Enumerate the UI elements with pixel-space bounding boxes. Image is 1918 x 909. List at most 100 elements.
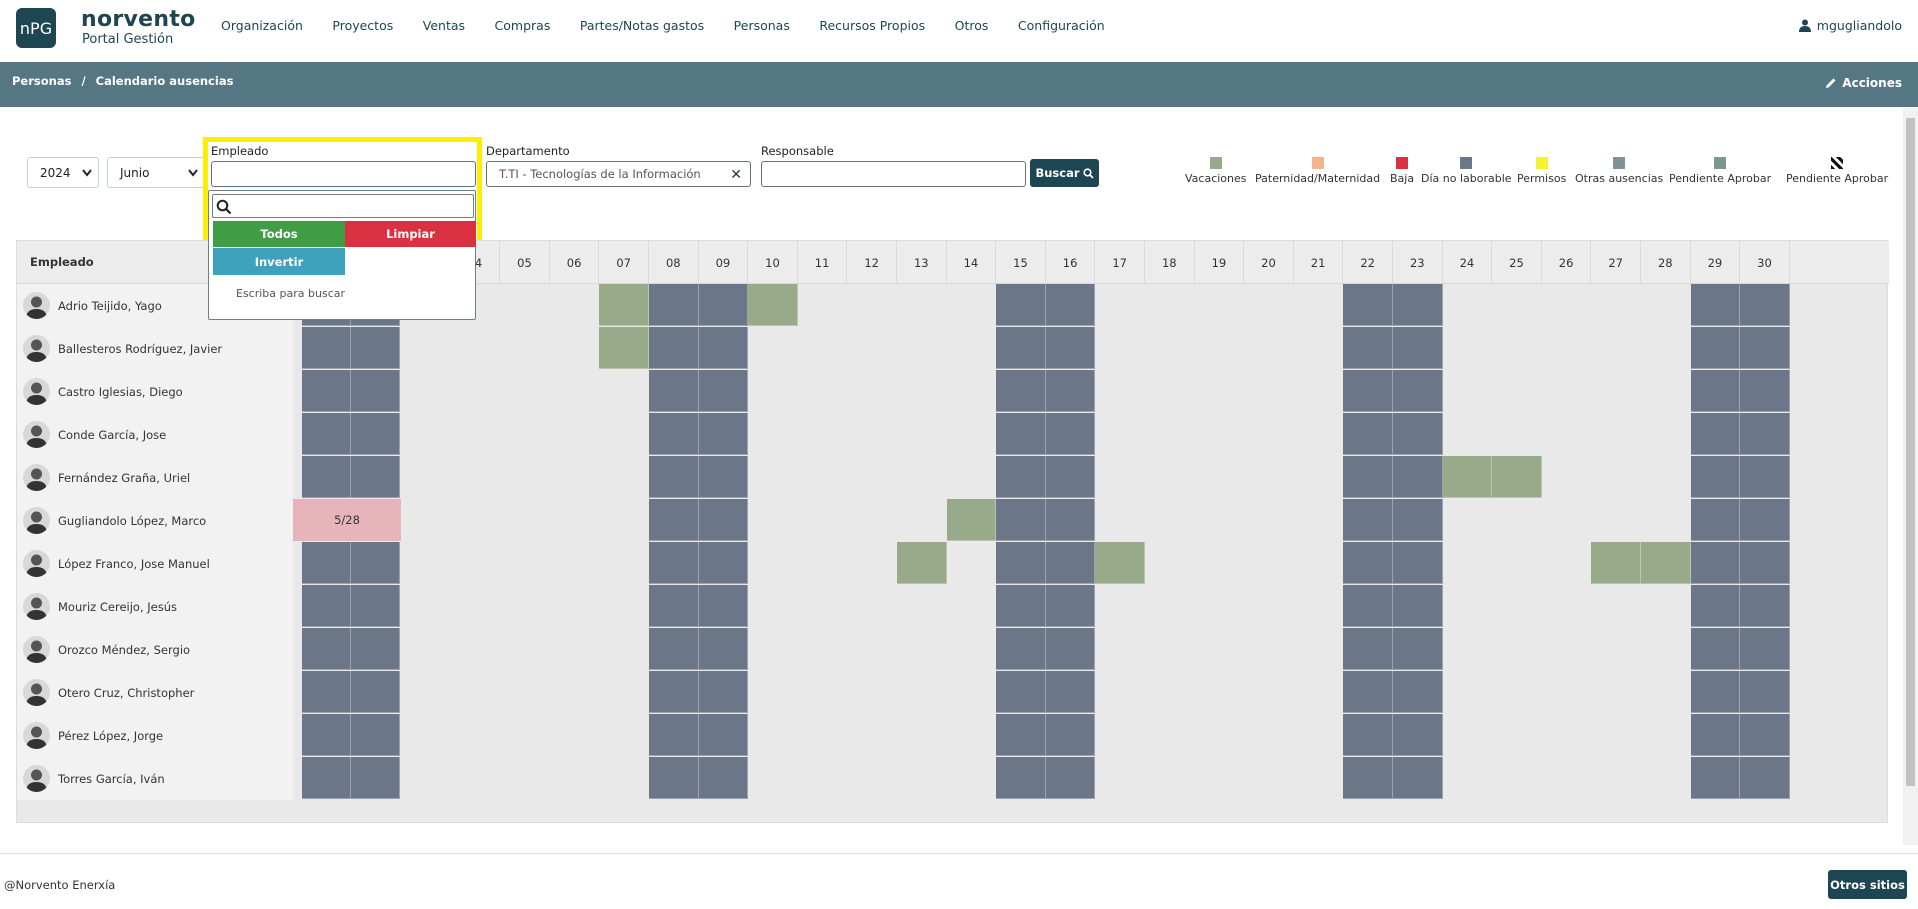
non-working-day-cell[interactable] xyxy=(1045,370,1096,412)
non-working-day-cell[interactable] xyxy=(1740,499,1790,541)
acciones-button[interactable]: Acciones xyxy=(1825,76,1902,90)
non-working-day-cell[interactable] xyxy=(996,327,1046,369)
non-working-day-cell[interactable] xyxy=(698,585,749,627)
vacation-cell[interactable] xyxy=(748,284,798,326)
vacation-cell[interactable] xyxy=(1442,456,1493,498)
employee-row[interactable]: Castro Iglesias, Diego xyxy=(17,370,293,413)
vacation-cell[interactable] xyxy=(1095,542,1145,584)
non-working-day-cell[interactable] xyxy=(1343,671,1393,713)
non-working-day-cell[interactable] xyxy=(1393,284,1443,326)
non-working-day-cell[interactable] xyxy=(301,327,351,369)
non-working-day-cell[interactable] xyxy=(698,542,749,584)
todos-button[interactable]: Todos xyxy=(213,221,345,247)
non-working-day-cell[interactable] xyxy=(351,757,401,799)
non-working-day-cell[interactable] xyxy=(649,671,699,713)
non-working-day-cell[interactable] xyxy=(996,456,1046,498)
non-working-day-cell[interactable] xyxy=(351,456,401,498)
empleado-input[interactable] xyxy=(211,161,476,187)
departamento-input[interactable]: T.TI - Tecnologías de la Información ✕ xyxy=(486,161,751,187)
employee-row[interactable]: Ballesteros Rodríguez, Javier xyxy=(17,327,293,370)
non-working-day-cell[interactable] xyxy=(649,499,699,541)
non-working-day-cell[interactable] xyxy=(1740,585,1790,627)
brand[interactable]: norvento Portal Gestión xyxy=(81,8,196,48)
non-working-day-cell[interactable] xyxy=(1690,628,1741,670)
clear-icon[interactable]: ✕ xyxy=(730,167,742,183)
non-working-day-cell[interactable] xyxy=(649,757,699,799)
non-working-day-cell[interactable] xyxy=(1045,714,1096,756)
non-working-day-cell[interactable] xyxy=(1045,671,1096,713)
non-working-day-cell[interactable] xyxy=(1393,370,1443,412)
non-working-day-cell[interactable] xyxy=(1690,456,1741,498)
non-working-day-cell[interactable] xyxy=(698,327,749,369)
breadcrumb-personas[interactable]: Personas xyxy=(12,74,71,88)
non-working-day-cell[interactable] xyxy=(301,628,351,670)
non-working-day-cell[interactable] xyxy=(1343,499,1393,541)
dropdown-search-input[interactable] xyxy=(212,194,474,218)
non-working-day-cell[interactable] xyxy=(996,413,1046,455)
non-working-day-cell[interactable] xyxy=(1045,499,1096,541)
non-working-day-cell[interactable] xyxy=(301,542,351,584)
non-working-day-cell[interactable] xyxy=(351,714,401,756)
employee-row[interactable]: Conde García, Jose xyxy=(17,413,293,456)
otros-sitios-button[interactable]: Otros sitios xyxy=(1828,870,1907,899)
non-working-day-cell[interactable] xyxy=(1740,456,1790,498)
non-working-day-cell[interactable] xyxy=(1045,413,1096,455)
app-logo[interactable]: nPG xyxy=(16,8,56,48)
employee-row[interactable]: Orozco Méndez, Sergio xyxy=(17,628,293,671)
menu-otros[interactable]: Otros xyxy=(955,18,989,33)
non-working-day-cell[interactable] xyxy=(1740,413,1790,455)
menu-recursos-propios[interactable]: Recursos Propios xyxy=(819,18,925,33)
non-working-day-cell[interactable] xyxy=(1343,370,1393,412)
non-working-day-cell[interactable] xyxy=(996,671,1046,713)
non-working-day-cell[interactable] xyxy=(996,585,1046,627)
non-working-day-cell[interactable] xyxy=(1393,585,1443,627)
non-working-day-cell[interactable] xyxy=(1045,456,1096,498)
non-working-day-cell[interactable] xyxy=(996,628,1046,670)
non-working-day-cell[interactable] xyxy=(1740,714,1790,756)
non-working-day-cell[interactable] xyxy=(698,671,749,713)
non-working-day-cell[interactable] xyxy=(1343,327,1393,369)
non-working-day-cell[interactable] xyxy=(1343,542,1393,584)
non-working-day-cell[interactable] xyxy=(1343,714,1393,756)
non-working-day-cell[interactable] xyxy=(1740,370,1790,412)
non-working-day-cell[interactable] xyxy=(351,370,401,412)
non-working-day-cell[interactable] xyxy=(1343,284,1393,326)
non-working-day-cell[interactable] xyxy=(1393,671,1443,713)
non-working-day-cell[interactable] xyxy=(1690,413,1741,455)
vacation-cell[interactable] xyxy=(599,327,649,369)
limpiar-button[interactable]: Limpiar xyxy=(345,221,476,247)
non-working-day-cell[interactable] xyxy=(1740,542,1790,584)
non-working-day-cell[interactable] xyxy=(1343,413,1393,455)
non-working-day-cell[interactable] xyxy=(1393,456,1443,498)
non-working-day-cell[interactable] xyxy=(1690,542,1741,584)
non-working-day-cell[interactable] xyxy=(351,542,401,584)
non-working-day-cell[interactable] xyxy=(1740,628,1790,670)
non-working-day-cell[interactable] xyxy=(1690,284,1741,326)
non-working-day-cell[interactable] xyxy=(1393,413,1443,455)
non-working-day-cell[interactable] xyxy=(698,413,749,455)
non-working-day-cell[interactable] xyxy=(301,413,351,455)
non-working-day-cell[interactable] xyxy=(649,327,699,369)
non-working-day-cell[interactable] xyxy=(1045,628,1096,670)
non-working-day-cell[interactable] xyxy=(996,757,1046,799)
responsable-input[interactable] xyxy=(761,161,1026,187)
non-working-day-cell[interactable] xyxy=(698,284,749,326)
pending-absence-cell[interactable]: 5/28 xyxy=(293,499,401,541)
non-working-day-cell[interactable] xyxy=(351,671,401,713)
non-working-day-cell[interactable] xyxy=(698,628,749,670)
non-working-day-cell[interactable] xyxy=(301,671,351,713)
non-working-day-cell[interactable] xyxy=(1690,585,1741,627)
non-working-day-cell[interactable] xyxy=(698,370,749,412)
non-working-day-cell[interactable] xyxy=(698,757,749,799)
non-working-day-cell[interactable] xyxy=(698,499,749,541)
month-select[interactable]: Junio xyxy=(107,157,205,188)
vacation-cell[interactable] xyxy=(599,284,649,326)
non-working-day-cell[interactable] xyxy=(996,542,1046,584)
employee-row[interactable]: Otero Cruz, Christopher xyxy=(17,671,293,714)
non-working-day-cell[interactable] xyxy=(1690,714,1741,756)
vacation-cell[interactable] xyxy=(1641,542,1691,584)
non-working-day-cell[interactable] xyxy=(649,585,699,627)
non-working-day-cell[interactable] xyxy=(649,284,699,326)
non-working-day-cell[interactable] xyxy=(649,413,699,455)
non-working-day-cell[interactable] xyxy=(1690,671,1741,713)
